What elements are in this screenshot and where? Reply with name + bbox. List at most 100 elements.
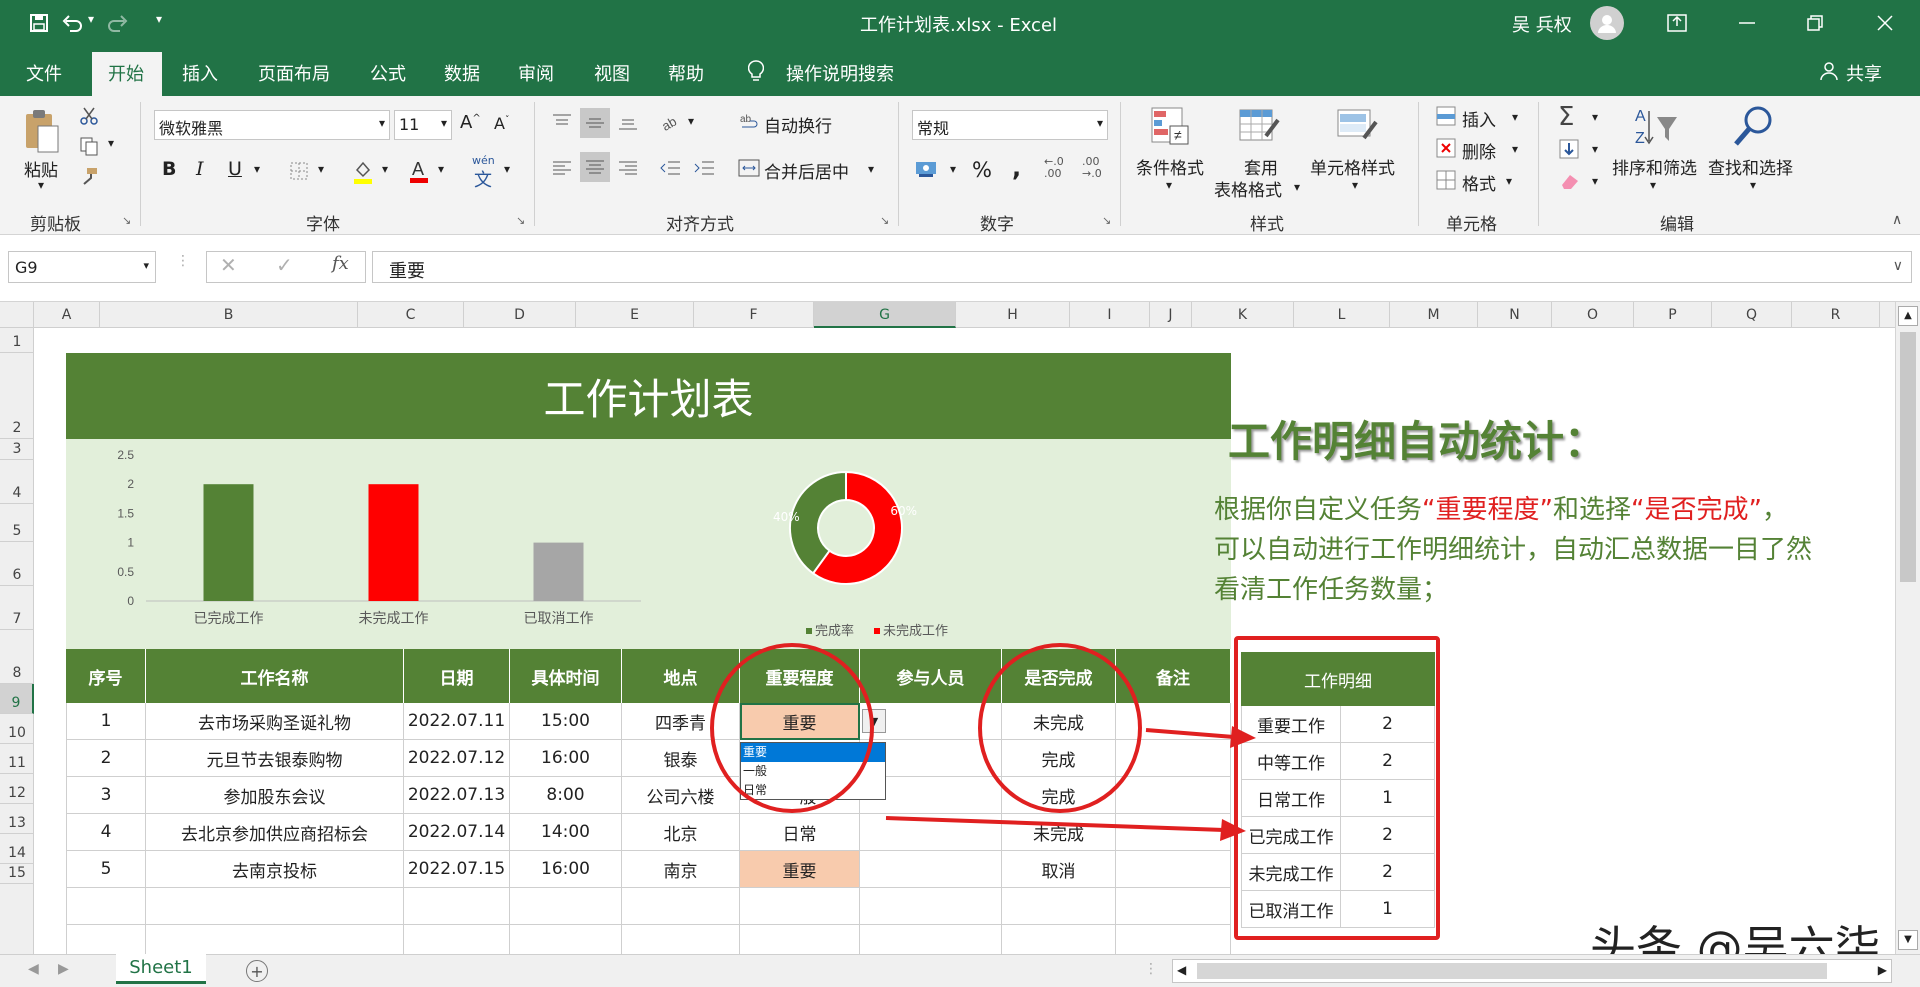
- table-cell[interactable]: 2022.07.11: [404, 703, 510, 740]
- column-header-m[interactable]: M: [1390, 302, 1478, 328]
- decrease-decimal-icon[interactable]: .00 →.0: [1082, 156, 1102, 180]
- tab-view[interactable]: 视图: [594, 60, 630, 86]
- scroll-thumb[interactable]: [1900, 332, 1916, 582]
- empty-cell[interactable]: [404, 925, 510, 954]
- formula-input[interactable]: 重要 ∨: [372, 251, 1912, 283]
- table-header-cell[interactable]: 序号: [66, 649, 146, 703]
- number-format-select[interactable]: 常规 ▾: [912, 110, 1108, 140]
- table-cell[interactable]: 2022.07.13: [404, 777, 510, 814]
- sheet-tab-sheet1[interactable]: Sheet1: [116, 954, 206, 984]
- align-top-icon[interactable]: [548, 108, 576, 136]
- empty-cell[interactable]: [622, 925, 740, 954]
- table-cell[interactable]: [1116, 740, 1231, 777]
- row-header-15[interactable]: 15: [0, 864, 34, 884]
- dropdown-arrow-button[interactable]: ▼: [862, 709, 886, 733]
- phonetic-dropdown-icon[interactable]: ▾: [504, 162, 510, 176]
- delete-cells-button[interactable]: 删除: [1462, 138, 1496, 163]
- accounting-dropdown-icon[interactable]: ▾: [950, 162, 956, 176]
- empty-cell[interactable]: [622, 888, 740, 925]
- user-name[interactable]: 吴 兵权: [1512, 11, 1572, 37]
- table-cell[interactable]: 2022.07.12: [404, 740, 510, 777]
- empty-cell[interactable]: [1116, 925, 1231, 954]
- save-icon[interactable]: [26, 10, 52, 36]
- empty-cell[interactable]: [740, 888, 860, 925]
- column-header-p[interactable]: P: [1634, 302, 1712, 328]
- column-header-h[interactable]: H: [956, 302, 1070, 328]
- percent-button[interactable]: %: [972, 158, 992, 182]
- restore-icon[interactable]: [1798, 10, 1832, 36]
- table-cell[interactable]: 4: [66, 814, 146, 851]
- undo-dropdown-icon[interactable]: ▾: [88, 12, 94, 26]
- increase-indent-icon[interactable]: [690, 154, 718, 182]
- paste-dropdown-icon[interactable]: ▾: [38, 178, 44, 192]
- copy-dropdown-icon[interactable]: ▾: [108, 136, 114, 150]
- format-as-table-dropdown-icon[interactable]: ▾: [1294, 180, 1300, 194]
- summary-value[interactable]: 2: [1341, 854, 1435, 891]
- column-header-g[interactable]: G: [814, 302, 956, 328]
- scroll-up-icon[interactable]: ▲: [1898, 306, 1918, 326]
- decrease-font-icon[interactable]: Aˇ: [494, 114, 509, 133]
- hscroll-thumb[interactable]: [1197, 963, 1827, 979]
- alignment-launcher-icon[interactable]: ↘: [880, 214, 889, 227]
- wrap-text-icon[interactable]: ab: [738, 110, 762, 134]
- column-header-b[interactable]: B: [100, 302, 358, 328]
- empty-cell[interactable]: [146, 925, 404, 954]
- table-cell[interactable]: 16:00: [510, 851, 622, 888]
- select-all-button[interactable]: [0, 302, 34, 328]
- table-cell[interactable]: 银泰: [622, 740, 740, 777]
- format-painter-icon[interactable]: [76, 164, 102, 188]
- align-center-icon[interactable]: [580, 152, 610, 182]
- fill-dropdown-icon[interactable]: ▾: [1592, 142, 1598, 156]
- table-cell[interactable]: 未完成: [1002, 814, 1116, 851]
- empty-cell[interactable]: [510, 888, 622, 925]
- align-bottom-icon[interactable]: [614, 108, 642, 136]
- horizontal-scrollbar[interactable]: ◀ ▶: [1172, 959, 1892, 983]
- sort-dropdown-icon[interactable]: ▾: [1650, 178, 1656, 192]
- column-header-l[interactable]: L: [1294, 302, 1390, 328]
- empty-cell[interactable]: [510, 925, 622, 954]
- summary-label[interactable]: 已取消工作: [1241, 891, 1341, 928]
- next-sheet-icon[interactable]: ▶: [58, 961, 69, 977]
- insert-cells-button[interactable]: 插入: [1462, 106, 1496, 131]
- sort-filter-icon[interactable]: AZ: [1632, 104, 1680, 150]
- row-header-13[interactable]: 13: [0, 804, 34, 834]
- empty-cell[interactable]: [1002, 925, 1116, 954]
- column-header-q[interactable]: Q: [1712, 302, 1792, 328]
- tab-formulas[interactable]: 公式: [370, 60, 406, 86]
- underline-dropdown-icon[interactable]: ▾: [254, 162, 260, 176]
- decrease-indent-icon[interactable]: [656, 154, 684, 182]
- empty-cell[interactable]: [860, 925, 1002, 954]
- table-cell[interactable]: 完成: [1002, 740, 1116, 777]
- scroll-left-icon[interactable]: ◀: [1177, 963, 1186, 977]
- empty-cell[interactable]: [1002, 888, 1116, 925]
- fill-color-dropdown-icon[interactable]: ▾: [382, 162, 388, 176]
- scroll-down-icon[interactable]: ▼: [1898, 930, 1918, 950]
- table-cell[interactable]: 北京: [622, 814, 740, 851]
- bar[interactable]: [368, 484, 419, 601]
- empty-cell[interactable]: [860, 888, 1002, 925]
- table-cell[interactable]: 重要: [740, 851, 860, 888]
- format-dropdown-icon[interactable]: ▾: [1506, 174, 1512, 188]
- clear-dropdown-icon[interactable]: ▾: [1592, 174, 1598, 188]
- expand-formula-icon[interactable]: ∨: [1893, 258, 1903, 274]
- table-cell[interactable]: 未完成: [1002, 703, 1116, 740]
- borders-dropdown-icon[interactable]: ▾: [318, 162, 324, 176]
- cut-icon[interactable]: [76, 104, 102, 128]
- dropdown-list[interactable]: 重要 一般 日常: [740, 742, 886, 800]
- close-icon[interactable]: [1868, 10, 1902, 36]
- column-header-r[interactable]: R: [1792, 302, 1880, 328]
- orientation-icon[interactable]: ab: [656, 108, 684, 136]
- conditional-format-icon[interactable]: ≠: [1148, 104, 1192, 148]
- add-sheet-icon[interactable]: +: [246, 960, 268, 982]
- empty-cell[interactable]: [404, 888, 510, 925]
- summary-label[interactable]: 中等工作: [1241, 743, 1341, 780]
- collapse-ribbon-icon[interactable]: ∧: [1892, 212, 1902, 228]
- summary-value[interactable]: 1: [1341, 780, 1435, 817]
- table-cell[interactable]: 5: [66, 851, 146, 888]
- vertical-scrollbar[interactable]: ▲ ▼: [1895, 302, 1920, 954]
- confirm-entry-icon[interactable]: ✓: [276, 253, 293, 277]
- dropdown-option[interactable]: 一般: [741, 762, 885, 781]
- autosum-dropdown-icon[interactable]: ▾: [1592, 110, 1598, 124]
- table-cell[interactable]: [860, 814, 1002, 851]
- table-cell[interactable]: 15:00: [510, 703, 622, 740]
